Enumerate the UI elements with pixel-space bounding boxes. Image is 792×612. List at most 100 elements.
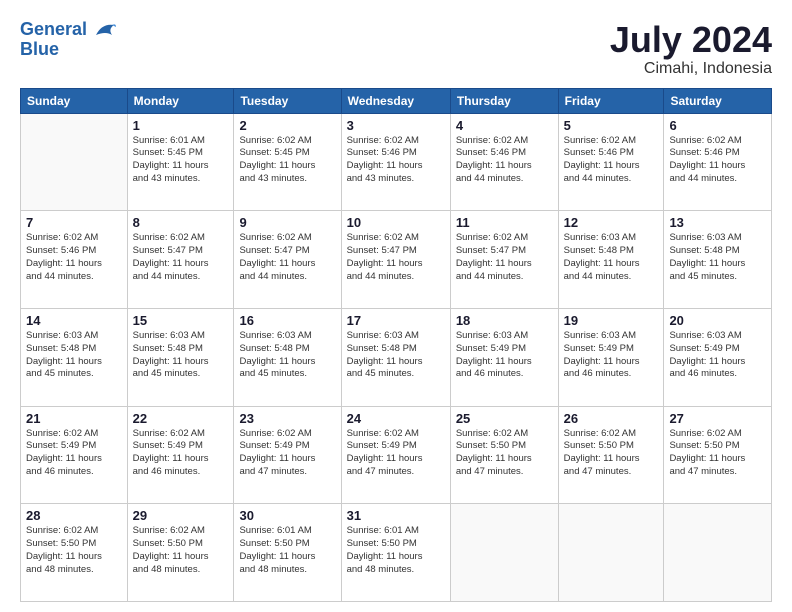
month-title: July 2024 [610, 20, 772, 60]
calendar-cell: 18 Sunrise: 6:03 AM Sunset: 5:49 PM Dayli… [450, 308, 558, 406]
calendar-cell: 6 Sunrise: 6:02 AM Sunset: 5:46 PM Daylig… [664, 113, 772, 211]
calendar-cell: 24Sunrise: 6:02 AM Sunset: 5:49 PM Dayli… [341, 406, 450, 504]
day-number: 1 [133, 118, 229, 133]
day-info: Sunrise: 6:03 AM Sunset: 5:48 PM Dayligh… [564, 232, 659, 283]
calendar-cell [558, 504, 664, 602]
day-info: Sunrise: 6:02 AM Sunset: 5:46 PM Dayligh… [669, 135, 766, 186]
calendar-cell: 7Sunrise: 6:02 AM Sunset: 5:46 PM Daylig… [21, 211, 128, 309]
day-info: Sunrise: 6:03 AM Sunset: 5:49 PM Dayligh… [669, 330, 766, 381]
day-number: 16 [239, 313, 335, 328]
day-number: 20 [669, 313, 766, 328]
week-row-1: 1 Sunrise: 6:01 AM Sunset: 5:45 PM Daylig… [21, 113, 772, 211]
day-info: Sunrise: 6:01 AM Sunset: 5:45 PM Dayligh… [133, 135, 229, 186]
weekday-header-saturday: Saturday [664, 88, 772, 113]
day-info: Sunrise: 6:02 AM Sunset: 5:45 PM Dayligh… [239, 135, 335, 186]
weekday-header-tuesday: Tuesday [234, 88, 341, 113]
calendar-cell: 31Sunrise: 6:01 AM Sunset: 5:50 PM Dayli… [341, 504, 450, 602]
day-info: Sunrise: 6:02 AM Sunset: 5:46 PM Dayligh… [347, 135, 445, 186]
day-number: 15 [133, 313, 229, 328]
day-number: 10 [347, 215, 445, 230]
calendar-cell: 14 Sunrise: 6:03 AM Sunset: 5:48 PM Dayli… [21, 308, 128, 406]
day-info: Sunrise: 6:02 AM Sunset: 5:47 PM Dayligh… [347, 232, 445, 283]
day-number: 29 [133, 508, 229, 523]
calendar-cell: 5 Sunrise: 6:02 AM Sunset: 5:46 PM Daylig… [558, 113, 664, 211]
week-row-4: 21 Sunrise: 6:02 AM Sunset: 5:49 PM Dayli… [21, 406, 772, 504]
week-row-3: 14 Sunrise: 6:03 AM Sunset: 5:48 PM Dayli… [21, 308, 772, 406]
day-number: 26 [564, 411, 659, 426]
day-number: 4 [456, 118, 553, 133]
calendar-cell: 17 Sunrise: 6:03 AM Sunset: 5:48 PM Dayli… [341, 308, 450, 406]
calendar-cell: 16 Sunrise: 6:03 AM Sunset: 5:48 PM Dayli… [234, 308, 341, 406]
calendar-cell: 12Sunrise: 6:03 AM Sunset: 5:48 PM Dayli… [558, 211, 664, 309]
day-info: Sunrise: 6:02 AM Sunset: 5:49 PM Dayligh… [133, 428, 229, 479]
day-info: Sunrise: 6:01 AM Sunset: 5:50 PM Dayligh… [239, 525, 335, 576]
day-info: Sunrise: 6:02 AM Sunset: 5:50 PM Dayligh… [669, 428, 766, 479]
calendar-cell: 21 Sunrise: 6:02 AM Sunset: 5:49 PM Dayli… [21, 406, 128, 504]
calendar-cell: 13Sunrise: 6:03 AM Sunset: 5:48 PM Dayli… [664, 211, 772, 309]
day-number: 17 [347, 313, 445, 328]
day-info: Sunrise: 6:02 AM Sunset: 5:47 PM Dayligh… [239, 232, 335, 283]
day-number: 3 [347, 118, 445, 133]
calendar-cell: 15Sunrise: 6:03 AM Sunset: 5:48 PM Dayli… [127, 308, 234, 406]
day-number: 11 [456, 215, 553, 230]
day-info: Sunrise: 6:03 AM Sunset: 5:49 PM Dayligh… [564, 330, 659, 381]
day-number: 30 [239, 508, 335, 523]
day-info: Sunrise: 6:02 AM Sunset: 5:47 PM Dayligh… [133, 232, 229, 283]
day-number: 14 [26, 313, 122, 328]
calendar-cell: 30 Sunrise: 6:01 AM Sunset: 5:50 PM Dayli… [234, 504, 341, 602]
weekday-header-monday: Monday [127, 88, 234, 113]
weekday-header-row: SundayMondayTuesdayWednesdayThursdayFrid… [21, 88, 772, 113]
location-subtitle: Cimahi, Indonesia [610, 60, 772, 78]
day-info: Sunrise: 6:03 AM Sunset: 5:48 PM Dayligh… [239, 330, 335, 381]
day-info: Sunrise: 6:02 AM Sunset: 5:50 PM Dayligh… [456, 428, 553, 479]
weekday-header-friday: Friday [558, 88, 664, 113]
calendar-cell [21, 113, 128, 211]
calendar-cell: 11 Sunrise: 6:02 AM Sunset: 5:47 PM Dayli… [450, 211, 558, 309]
day-info: Sunrise: 6:02 AM Sunset: 5:47 PM Dayligh… [456, 232, 553, 283]
title-area: July 2024 Cimahi, Indonesia [610, 20, 772, 78]
logo-text: General [20, 20, 116, 40]
calendar-cell [664, 504, 772, 602]
calendar-cell [450, 504, 558, 602]
calendar-cell: 25 Sunrise: 6:02 AM Sunset: 5:50 PM Dayli… [450, 406, 558, 504]
day-info: Sunrise: 6:01 AM Sunset: 5:50 PM Dayligh… [347, 525, 445, 576]
day-info: Sunrise: 6:02 AM Sunset: 5:46 PM Dayligh… [26, 232, 122, 283]
logo-general: General [20, 19, 87, 39]
logo: General Blue [20, 20, 116, 60]
day-info: Sunrise: 6:02 AM Sunset: 5:49 PM Dayligh… [347, 428, 445, 479]
weekday-header-sunday: Sunday [21, 88, 128, 113]
calendar-table: SundayMondayTuesdayWednesdayThursdayFrid… [20, 88, 772, 602]
calendar-cell: 26Sunrise: 6:02 AM Sunset: 5:50 PM Dayli… [558, 406, 664, 504]
calendar-cell: 2 Sunrise: 6:02 AM Sunset: 5:45 PM Daylig… [234, 113, 341, 211]
day-info: Sunrise: 6:03 AM Sunset: 5:48 PM Dayligh… [26, 330, 122, 381]
day-info: Sunrise: 6:02 AM Sunset: 5:49 PM Dayligh… [239, 428, 335, 479]
calendar-cell: 4 Sunrise: 6:02 AM Sunset: 5:46 PM Daylig… [450, 113, 558, 211]
header: General Blue July 2024 Cimahi, Indonesia [20, 20, 772, 78]
logo-blue: Blue [20, 40, 116, 60]
calendar-cell: 23Sunrise: 6:02 AM Sunset: 5:49 PM Dayli… [234, 406, 341, 504]
day-number: 5 [564, 118, 659, 133]
calendar-cell: 10 Sunrise: 6:02 AM Sunset: 5:47 PM Dayli… [341, 211, 450, 309]
page: General Blue July 2024 Cimahi, Indonesia [0, 0, 792, 612]
calendar-cell: 8 Sunrise: 6:02 AM Sunset: 5:47 PM Daylig… [127, 211, 234, 309]
day-number: 6 [669, 118, 766, 133]
day-number: 2 [239, 118, 335, 133]
week-row-2: 7Sunrise: 6:02 AM Sunset: 5:46 PM Daylig… [21, 211, 772, 309]
day-number: 18 [456, 313, 553, 328]
day-number: 13 [669, 215, 766, 230]
day-info: Sunrise: 6:02 AM Sunset: 5:46 PM Dayligh… [564, 135, 659, 186]
day-number: 27 [669, 411, 766, 426]
logo-bird-icon [94, 21, 116, 39]
day-info: Sunrise: 6:03 AM Sunset: 5:49 PM Dayligh… [456, 330, 553, 381]
day-number: 21 [26, 411, 122, 426]
day-number: 9 [239, 215, 335, 230]
calendar-cell: 22Sunrise: 6:02 AM Sunset: 5:49 PM Dayli… [127, 406, 234, 504]
day-number: 19 [564, 313, 659, 328]
day-info: Sunrise: 6:02 AM Sunset: 5:46 PM Dayligh… [456, 135, 553, 186]
weekday-header-wednesday: Wednesday [341, 88, 450, 113]
day-info: Sunrise: 6:03 AM Sunset: 5:48 PM Dayligh… [347, 330, 445, 381]
day-info: Sunrise: 6:02 AM Sunset: 5:49 PM Dayligh… [26, 428, 122, 479]
calendar-cell: 1 Sunrise: 6:01 AM Sunset: 5:45 PM Daylig… [127, 113, 234, 211]
day-number: 25 [456, 411, 553, 426]
day-number: 8 [133, 215, 229, 230]
